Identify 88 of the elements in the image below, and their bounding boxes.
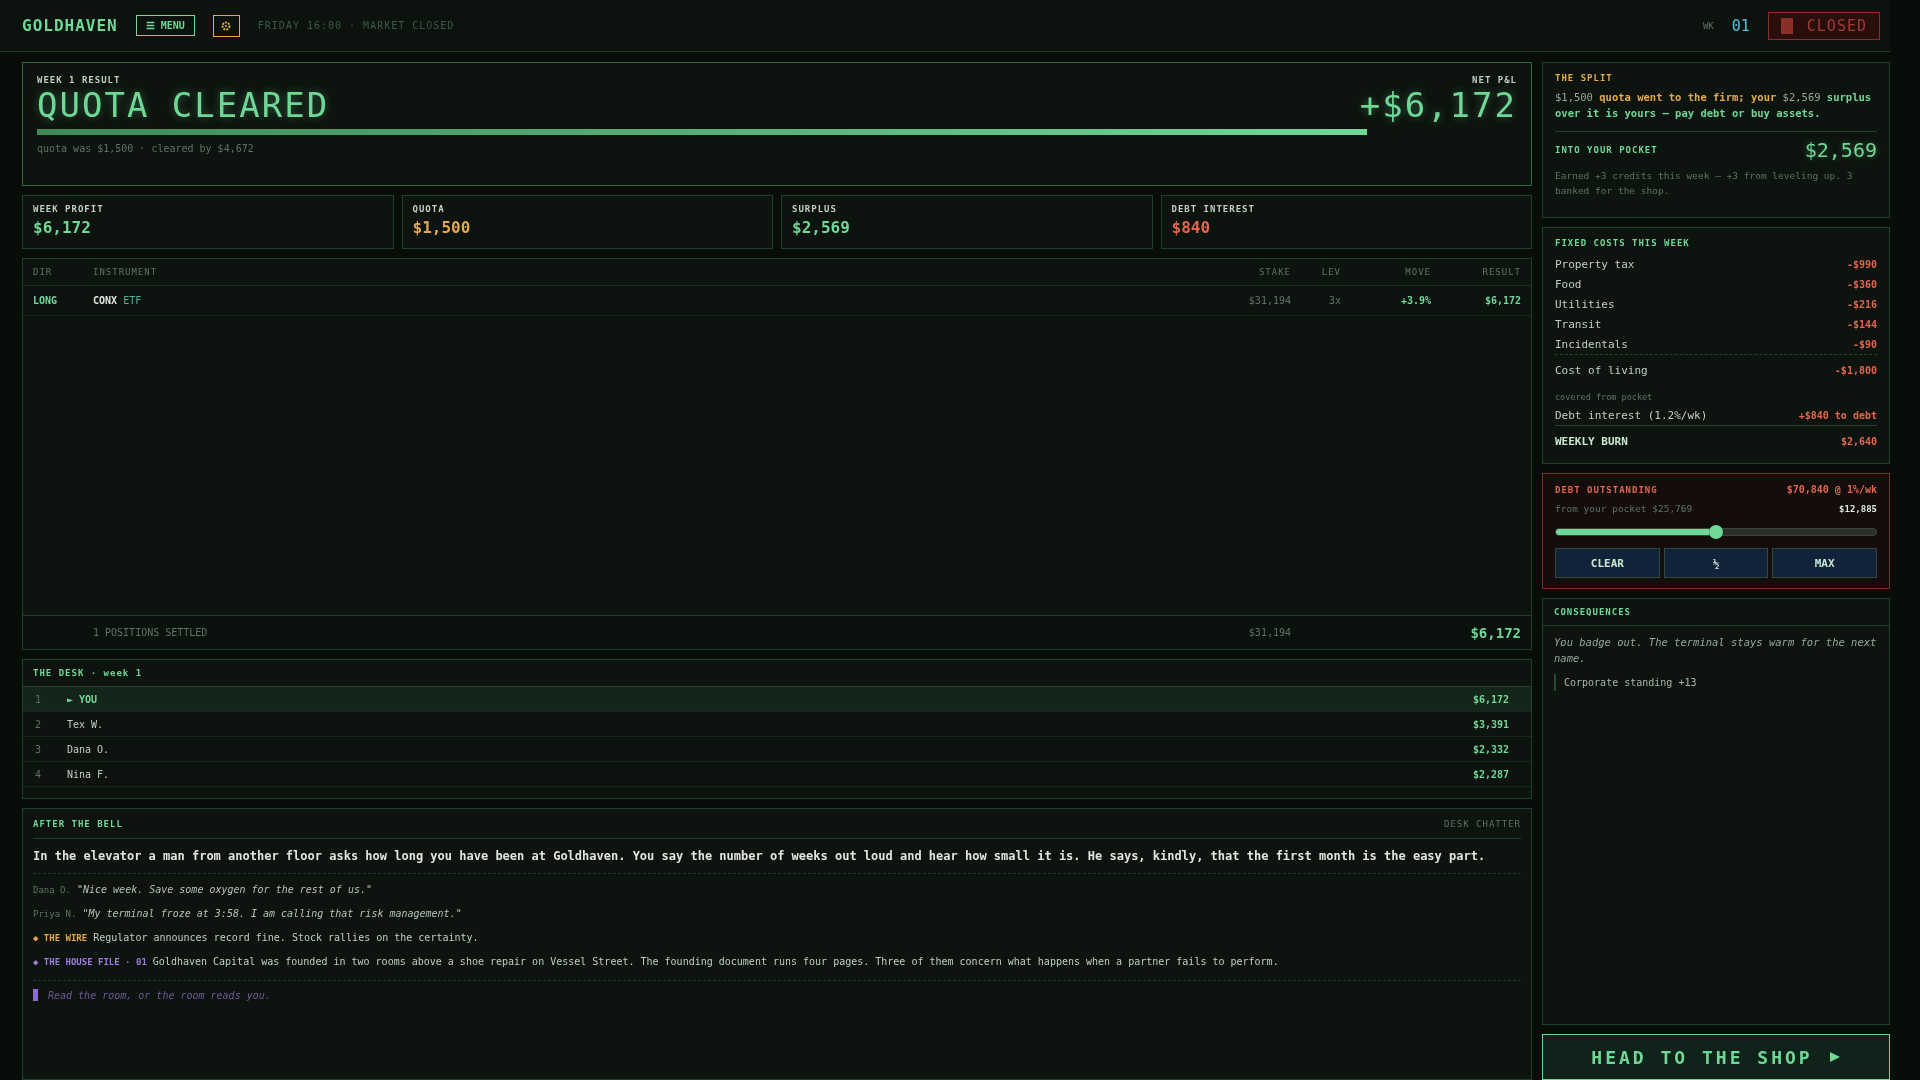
stat-value: $840 xyxy=(1171,218,1212,237)
pocket-value: $2,569 xyxy=(1804,138,1877,162)
costs-title: FIXED COSTS THIS WEEK xyxy=(1555,238,1691,248)
menu-button[interactable]: ☰ MENU xyxy=(135,15,195,36)
result-title: QUOTA CLEARED xyxy=(37,85,330,125)
credits-note: Earned +3 credits this week — +3 from leveling up. 3 banked for the shop. xyxy=(1555,169,1854,198)
cost-amount: -$216 xyxy=(1846,298,1877,310)
result-label: WEEK 1 RESULT xyxy=(37,75,121,85)
market-status: FRIDAY 16:00 · MARKET CLOSED xyxy=(257,20,456,31)
week-number: 01 xyxy=(1731,16,1750,35)
settings-icon xyxy=(221,20,232,31)
slider-thumb[interactable] xyxy=(1709,525,1723,539)
cost-label: Food xyxy=(1555,277,1582,291)
total-result: $6,172 xyxy=(1469,624,1521,641)
desk-title: THE DESK · week 1 xyxy=(33,668,143,678)
pocket-label: INTO YOUR POCKET xyxy=(1555,145,1658,155)
stat-label: SURPLUS xyxy=(792,204,838,214)
chatter-line: Dana O. "Nice week. Save some oxygen for the rest of us." xyxy=(33,883,373,897)
direction-cell-text: LONG xyxy=(33,295,59,306)
move-cell-text: +3.9% xyxy=(1399,295,1431,306)
stat-label: QUOTA xyxy=(412,204,446,214)
shop-button[interactable]: HEAD TO THE SHOP xyxy=(1542,1034,1890,1080)
stat-value: $1,500 xyxy=(412,218,472,237)
payment-button[interactable]: CLEAR xyxy=(1555,548,1660,578)
cost-label: Utilities xyxy=(1555,297,1615,311)
debt-amount: $70,840 @ 1%/wk xyxy=(1786,484,1877,495)
stat-value: $2,569 xyxy=(792,218,851,237)
debt-title: DEBT OUTSTANDING xyxy=(1555,484,1658,495)
brand-name: GOLDHAVEN xyxy=(22,16,118,35)
split-text: $1,500 quota went to the firm; your $2,569 surplus over it is yours — pay debt or buy assets. xyxy=(1555,89,1877,132)
leverage-cell-text: 3x xyxy=(1327,295,1341,306)
payment-button[interactable]: ½ xyxy=(1663,548,1769,578)
interest-amount: +$840 to debt xyxy=(1798,409,1877,421)
leaderboard-row[interactable]: 2 Tex W. $3,391 xyxy=(23,712,1531,737)
closed-label: CLOSED xyxy=(1806,16,1867,35)
story-text: In the elevator a man from another floor asks how long you have been at Goldhaven. You say the number of weeks out loud and hear how small it is. He says, kindly, that the first month is the easy part. xyxy=(33,839,1521,874)
pocket-balance: from your pocket $25,769 xyxy=(1555,502,1693,516)
square-icon xyxy=(1780,17,1793,34)
chatter-line: Priya N. "My terminal froze at 3:58. I am calling that risk management." xyxy=(33,907,463,921)
quota-note: quota was $1,500 · cleared by $4,672 xyxy=(37,143,255,154)
play-icon xyxy=(1828,1051,1841,1063)
column-header: INSTRUMENT xyxy=(93,267,159,277)
news-line: ◆ THE HOUSE FILE · 01 Goldhaven Capital was founded in two rooms above a shoe repair on Vessel Street. The founding document runs four pages. Three of them concern what happens when a partner fails to perform. xyxy=(33,955,1280,969)
week-label: WK xyxy=(1702,20,1714,31)
result-cell-text: $6,172 xyxy=(1483,295,1521,306)
positions-summary: 1 POSITIONS SETTLED xyxy=(93,627,209,638)
column-header: LEV xyxy=(1320,267,1341,277)
payment-button[interactable]: MAX xyxy=(1772,548,1877,578)
burn-label: WEEKLY BURN xyxy=(1555,435,1628,448)
split-title: THE SPLIT xyxy=(1555,73,1614,83)
cost-amount: -$90 xyxy=(1852,338,1877,350)
consequences-text: You badge out. The terminal stays warm for the next name. xyxy=(1554,635,1878,666)
cost-amount: -$360 xyxy=(1846,278,1877,290)
covered-note: covered from pocket xyxy=(1555,391,1654,404)
cost-amount: -$990 xyxy=(1846,258,1877,270)
prompt-text: Read the room, or the room reads you. xyxy=(48,989,271,1001)
stat-label: DEBT INTEREST xyxy=(1171,204,1256,214)
interest-label: Debt interest (1.2%/wk) xyxy=(1555,408,1708,422)
stake-cell-text: $31,194 xyxy=(1247,295,1291,306)
stat-label: WEEK PROFIT xyxy=(33,204,105,214)
leaderboard-row[interactable]: 4 Nina F. $2,287 xyxy=(23,762,1531,787)
news-line: ◆ THE WIRE Regulator announces record fine. Stock rallies on the certainty. xyxy=(33,931,480,945)
cursor-icon xyxy=(33,989,38,1001)
pnl-label: NET P&L xyxy=(1472,75,1517,85)
leaderboard-row[interactable]: 1 ► YOU $6,172 xyxy=(23,687,1531,712)
payment-slider[interactable] xyxy=(1555,528,1877,536)
consequences-title: CONSEQUENCES xyxy=(1554,607,1632,617)
cost-total-amount: -$1,800 xyxy=(1834,365,1877,376)
column-header: STAKE xyxy=(1257,267,1291,277)
column-header: MOVE xyxy=(1404,267,1431,277)
total-stake: $31,194 xyxy=(1247,627,1291,638)
cost-label: Transit xyxy=(1555,317,1602,331)
pnl-value: +$6,172 xyxy=(1359,85,1517,125)
column-header: DIR xyxy=(33,267,54,277)
settings-button[interactable] xyxy=(212,14,240,37)
leaderboard-row[interactable]: 3 Dana O. $2,332 xyxy=(23,737,1531,762)
column-header: RESULT xyxy=(1481,267,1521,277)
cost-total-label: Cost of living xyxy=(1555,364,1648,377)
effect-item: Corporate standing +13 xyxy=(1554,674,1878,691)
cost-amount: -$144 xyxy=(1846,318,1877,330)
stat-value: $6,172 xyxy=(33,218,92,237)
bell-title: AFTER THE BELL xyxy=(33,818,123,829)
instrument-cell-text: CONX ETF xyxy=(93,295,143,306)
chatter-tag: DESK CHATTER xyxy=(1443,818,1521,829)
burn-amount: $2,640 xyxy=(1840,436,1877,447)
cost-label: Incidentals xyxy=(1555,337,1628,351)
payment-amount: $12,885 xyxy=(1839,503,1877,514)
cost-label: Property tax xyxy=(1555,257,1635,271)
